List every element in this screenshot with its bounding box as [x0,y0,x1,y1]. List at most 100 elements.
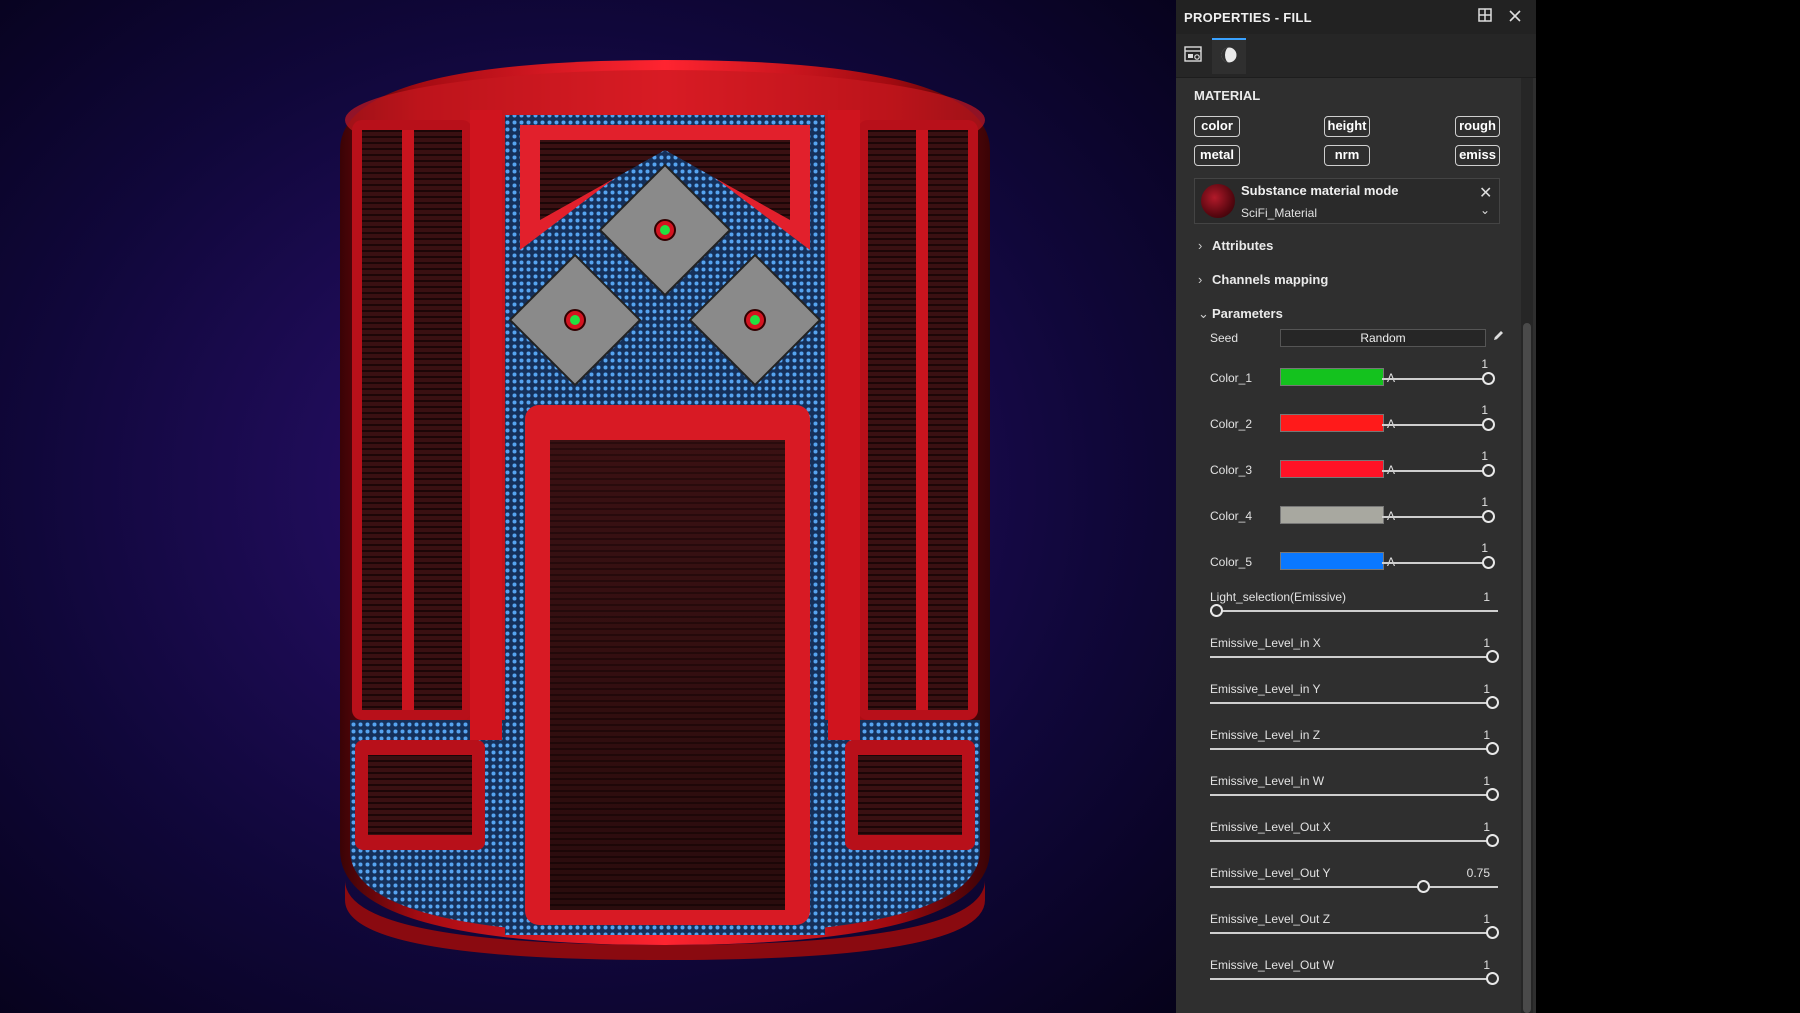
color-swatch[interactable] [1280,460,1384,478]
slider-value[interactable]: 1 [1450,590,1490,604]
slider-handle[interactable] [1486,742,1499,755]
channel-color-button[interactable]: color [1194,116,1240,137]
tab-material[interactable] [1212,38,1246,74]
color-param-label: Color_1 [1210,371,1253,385]
material-preview-cylinder [340,60,990,960]
layer-settings-icon [1184,45,1202,67]
substance-mode-title: Substance material mode [1241,183,1399,198]
3d-viewport[interactable] [0,0,1176,1013]
alpha-slider-handle[interactable] [1482,464,1495,477]
slider-param-label: Emissive_Level_in Y [1210,682,1321,696]
scrollbar-thumb[interactable] [1523,323,1531,1013]
slider-param-label: Emissive_Level_Out Y [1210,866,1331,880]
color-param-label: Color_3 [1210,463,1253,477]
channels-mapping-section-toggle[interactable]: › Channels mapping [1198,272,1328,287]
alpha-slider-handle[interactable] [1482,418,1495,431]
slider-track[interactable] [1210,610,1498,612]
panel-title: PROPERTIES - FILL [1184,9,1312,25]
alpha-value: 1 [1481,495,1488,509]
slider-handle[interactable] [1486,696,1499,709]
material-thumbnail [1201,184,1235,218]
alpha-value: 1 [1481,357,1488,371]
material-section-title: MATERIAL [1194,88,1261,103]
parameters-label: Parameters [1212,306,1283,321]
channel-rough-button[interactable]: rough [1455,116,1500,137]
alpha-value: 1 [1481,403,1488,417]
slider-handle[interactable] [1486,834,1499,847]
chevron-down-icon: ⌄ [1198,306,1209,321]
alpha-slider-track[interactable] [1382,516,1488,518]
alpha-value: 1 [1481,449,1488,463]
tab-layer-settings[interactable] [1176,38,1210,74]
slider-value[interactable]: 1 [1450,958,1490,972]
alpha-slider-track[interactable] [1382,424,1488,426]
alpha-slider-handle[interactable] [1482,556,1495,569]
chevron-right-icon: › [1198,272,1203,287]
chevron-down-icon[interactable]: ⌄ [1480,203,1490,217]
color-param-label: Color_2 [1210,417,1253,431]
slider-param-label: Emissive_Level_Out X [1210,820,1331,834]
slider-value[interactable]: 1 [1450,728,1490,742]
color-swatch[interactable] [1280,414,1384,432]
seed-label: Seed [1210,331,1239,345]
parameters-section-toggle[interactable]: ⌄ Parameters [1198,306,1283,322]
slider-handle[interactable] [1486,788,1499,801]
slider-track[interactable] [1210,932,1498,934]
slider-track[interactable] [1210,656,1498,658]
slider-param-label: Emissive_Level_in X [1210,636,1321,650]
slider-param-label: Emissive_Level_Out W [1210,958,1335,972]
color-swatch[interactable] [1280,368,1384,386]
channel-height-button[interactable]: height [1324,116,1370,137]
alpha-slider-handle[interactable] [1482,372,1495,385]
slider-param-label: Light_selection(Emissive) [1210,590,1347,604]
slider-value[interactable]: 1 [1450,820,1490,834]
attributes-section-toggle[interactable]: › Attributes [1198,238,1273,253]
alpha-slider-track[interactable] [1382,470,1488,472]
alpha-value: 1 [1481,541,1488,555]
slider-track[interactable] [1210,702,1498,704]
channel-nrm-button[interactable]: nrm [1324,145,1370,166]
screen-border [1536,0,1800,1013]
channels-mapping-label: Channels mapping [1212,272,1329,287]
color-param-label: Color_4 [1210,509,1253,523]
alpha-slider-handle[interactable] [1482,510,1495,523]
alpha-slider-track[interactable] [1382,378,1488,380]
panel-tabbar [1176,34,1536,78]
slider-track[interactable] [1210,794,1498,796]
slider-track[interactable] [1210,886,1498,888]
slider-handle[interactable] [1210,604,1223,617]
substance-material-box: Substance material mode SciFi_Material ✕… [1194,178,1500,224]
material-sphere-icon [1220,46,1238,69]
slider-track[interactable] [1210,978,1498,980]
seed-random-button[interactable]: Random [1280,329,1486,347]
substance-material-select[interactable]: SciFi_Material [1241,206,1317,220]
slider-handle[interactable] [1486,972,1499,985]
properties-fill-panel: PROPERTIES - FILL MATERIAL color height … [1176,0,1536,1013]
slider-value[interactable]: 1 [1450,636,1490,650]
slider-value[interactable]: 1 [1450,682,1490,696]
dock-icon[interactable] [1476,8,1494,26]
color-param-label: Color_5 [1210,555,1253,569]
slider-handle[interactable] [1486,650,1499,663]
alpha-slider-track[interactable] [1382,562,1488,564]
chevron-right-icon: › [1198,238,1203,253]
slider-param-label: Emissive_Level_in Z [1210,728,1321,742]
channel-emiss-button[interactable]: emiss [1455,145,1500,166]
attributes-label: Attributes [1212,238,1274,253]
color-swatch[interactable] [1280,552,1384,570]
close-icon[interactable] [1506,8,1524,26]
panel-header: PROPERTIES - FILL [1176,0,1536,34]
slider-param-label: Emissive_Level_Out Z [1210,912,1331,926]
slider-handle[interactable] [1417,880,1430,893]
pencil-icon[interactable] [1492,329,1505,345]
slider-value[interactable]: 0.75 [1450,866,1490,880]
channel-metal-button[interactable]: metal [1194,145,1240,166]
substance-close-icon[interactable]: ✕ [1479,183,1492,203]
slider-value[interactable]: 1 [1450,774,1490,788]
panel-scrollbar[interactable] [1521,78,1533,1013]
color-swatch[interactable] [1280,506,1384,524]
slider-track[interactable] [1210,840,1498,842]
slider-value[interactable]: 1 [1450,912,1490,926]
slider-track[interactable] [1210,748,1498,750]
slider-handle[interactable] [1486,926,1499,939]
